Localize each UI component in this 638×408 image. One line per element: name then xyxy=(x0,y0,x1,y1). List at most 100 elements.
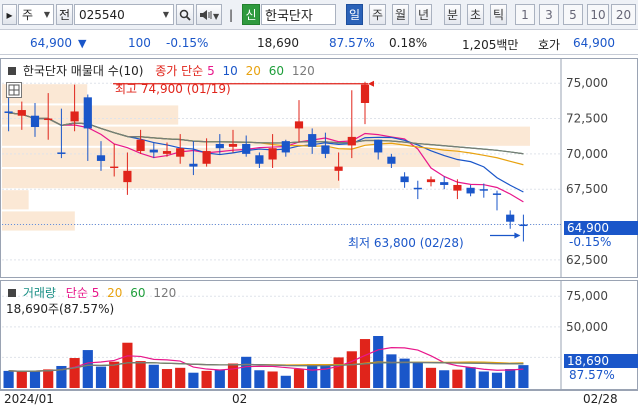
low-price-annotation: 최저 63,800 (02/28) xyxy=(348,236,464,250)
volume-bar xyxy=(386,354,397,388)
volume-bar xyxy=(82,350,93,388)
volume-tick-label: 50,000 xyxy=(566,320,608,334)
candle-body xyxy=(123,170,132,183)
candle-body xyxy=(228,143,238,147)
volume-panel-legend: 거래량 단순 5 20 60 120 xyxy=(8,284,176,301)
volume-bar xyxy=(29,371,41,388)
speaker-icon: ▼ xyxy=(200,9,219,21)
volume-bar xyxy=(293,369,305,388)
interval-button-1[interactable]: 1 xyxy=(515,4,535,25)
volume-bar xyxy=(227,363,239,388)
candle-body xyxy=(374,139,383,153)
period-tab-day[interactable]: 일 xyxy=(346,4,363,25)
volume-bar xyxy=(452,369,463,388)
interval-button-10[interactable]: 10 xyxy=(587,4,609,25)
period-tab-minute[interactable]: 분 xyxy=(444,4,461,25)
volume-bar xyxy=(161,369,173,388)
candle-body xyxy=(83,97,92,129)
volume-ma-prefix: 단순 xyxy=(65,286,88,300)
volume-bar xyxy=(505,369,516,388)
volume-bar xyxy=(333,357,344,388)
svg-text:▼: ▼ xyxy=(213,12,219,21)
stock-code-input[interactable]: 025540 ▼ xyxy=(74,4,174,25)
volume-bar xyxy=(214,369,225,388)
search-button[interactable] xyxy=(176,4,194,25)
volume-ma20-label: 20 xyxy=(107,286,123,300)
current-volume-tag: 18,690 xyxy=(564,354,638,368)
trade-amount: 1,205백만 xyxy=(462,38,519,52)
candle-body xyxy=(387,156,396,164)
candle-body xyxy=(242,143,251,154)
candle-body xyxy=(162,151,172,154)
volume-bar xyxy=(69,358,80,388)
candle-body xyxy=(255,155,264,164)
market-select[interactable]: 주 ▼ xyxy=(18,4,54,25)
volume-bar xyxy=(307,364,318,388)
interval-button-3[interactable]: 3 xyxy=(539,4,559,25)
price-tick-label: 62,500 xyxy=(566,253,608,267)
volume-bar xyxy=(491,372,503,388)
candle-body xyxy=(96,155,106,161)
period-tab-year[interactable]: 년 xyxy=(415,4,432,25)
stock-code-value: 025540 xyxy=(79,7,125,22)
collapse-icon[interactable] xyxy=(8,289,16,297)
audio-button[interactable]: ▼ xyxy=(196,4,222,25)
collapse-icon[interactable] xyxy=(8,67,16,75)
market-all-button[interactable]: 전 xyxy=(56,4,73,25)
high-price-annotation: 최고 74,900 (01/19) xyxy=(115,82,231,96)
volume-bar xyxy=(518,365,529,388)
price-change-pct: -0.15% xyxy=(166,36,209,50)
candle-body xyxy=(268,148,277,160)
x-axis: 2024/01 02 02/28 xyxy=(0,390,638,408)
volume-bar xyxy=(95,366,107,388)
ma60-label: 60 xyxy=(268,64,285,78)
volume-bar xyxy=(254,370,265,388)
price-tick-label: 70,000 xyxy=(566,147,608,161)
candle-body xyxy=(136,139,145,152)
volume-bar xyxy=(465,367,476,388)
candle-body xyxy=(440,182,449,185)
current-price-tag: 64,900 xyxy=(564,221,638,235)
candle-body xyxy=(321,145,330,154)
chevron-down-icon: ▼ xyxy=(162,10,169,19)
candle-body xyxy=(506,214,515,222)
candle-body xyxy=(294,121,304,129)
ma-prefix: 종가 단순 xyxy=(155,64,204,78)
volume-chart-panel[interactable]: 50,000 75,000 거래량 단순 5 20 60 120 18,690주(… xyxy=(0,280,638,390)
price-tick-label: 72,500 xyxy=(566,112,608,126)
candle-body xyxy=(215,143,224,149)
candle-body xyxy=(334,166,343,171)
volume-bar xyxy=(43,369,54,388)
credit-badge[interactable]: 신 xyxy=(242,4,260,25)
grid-icon[interactable] xyxy=(6,82,22,98)
candle-body xyxy=(110,166,119,169)
period-tab-tick[interactable]: 틱 xyxy=(490,4,507,25)
price-chart-panel[interactable]: 62,500 67,500 70,000 72,500 75,000 한국단자 매물대 … xyxy=(0,58,638,278)
current-change-tag: -0.15% xyxy=(569,235,612,249)
interval-button-5[interactable]: 5 xyxy=(563,4,583,25)
current-volume-ratio-tag: 87.57% xyxy=(569,368,615,382)
volume-ma5-label: 5 xyxy=(91,286,100,300)
volume-bar xyxy=(3,370,14,388)
candle-body xyxy=(176,148,185,157)
period-tab-second[interactable]: 초 xyxy=(467,4,484,25)
period-tab-month[interactable]: 월 xyxy=(392,4,409,25)
volume-ma120-label: 120 xyxy=(153,286,177,300)
x-axis-label-start: 2024/01 xyxy=(4,392,54,406)
chevron-down-icon: ▼ xyxy=(43,10,50,19)
volume-bar xyxy=(175,367,186,388)
volume-bar xyxy=(425,367,437,388)
price-change: 100 xyxy=(128,36,151,50)
candle-body xyxy=(413,187,422,190)
interval-button-20[interactable]: 20 xyxy=(611,4,636,25)
candle-body xyxy=(453,184,462,191)
panel-toggle-icon[interactable]: ▸ xyxy=(2,4,17,25)
x-axis-label-feb: 02 xyxy=(232,392,248,406)
volume-bar xyxy=(439,370,450,388)
volume-info: 18,690주(87.57%) xyxy=(6,302,115,316)
period-tab-week[interactable]: 주 xyxy=(369,4,386,25)
volume-bar xyxy=(346,351,357,388)
candle-body xyxy=(189,163,198,167)
volume-bar xyxy=(478,371,489,388)
volume-title: 거래량 xyxy=(22,286,56,300)
